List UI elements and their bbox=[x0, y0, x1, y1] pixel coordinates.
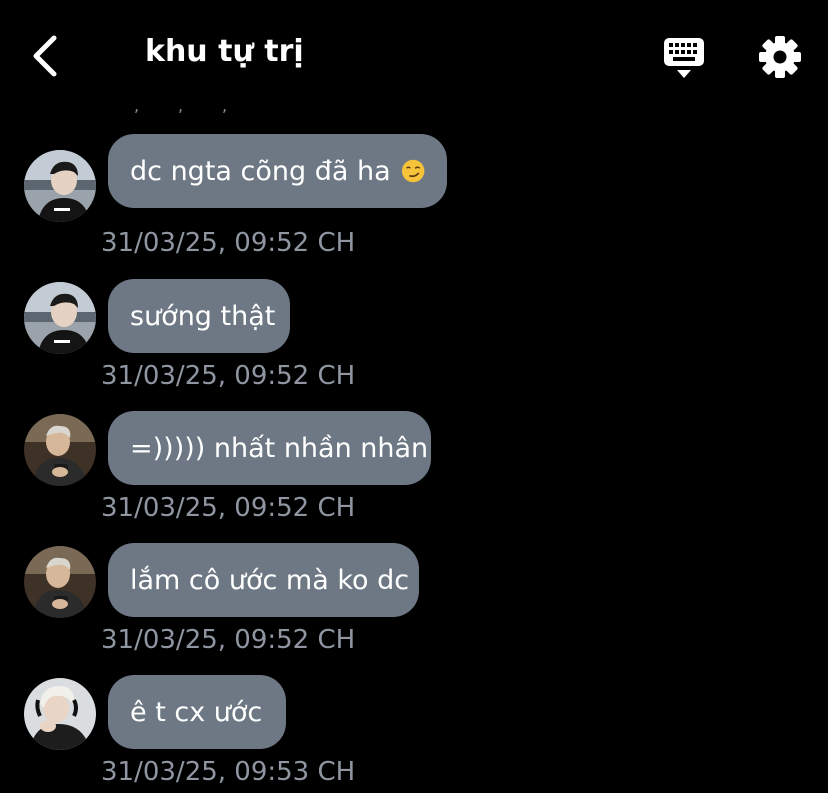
message-bubble[interactable]: ê t cx ước bbox=[108, 675, 286, 749]
keyboard-button[interactable] bbox=[660, 34, 708, 82]
avatar[interactable] bbox=[24, 150, 96, 222]
avatar[interactable] bbox=[24, 282, 96, 354]
message-bubble[interactable]: lắm cô ước mà ko dc bbox=[108, 543, 419, 617]
message-timestamp: 31/03/25, 09:52 CH bbox=[101, 493, 356, 523]
settings-button[interactable] bbox=[756, 33, 804, 81]
chat-title: khu tự trị bbox=[145, 34, 304, 69]
message-timestamp: 31/03/25, 09:52 CH bbox=[101, 228, 356, 258]
message-bubble[interactable]: =))))) nhất nhần nhân bbox=[108, 411, 431, 485]
gear-icon bbox=[759, 36, 801, 78]
chevron-left-icon bbox=[33, 35, 57, 77]
user-avatar-photo bbox=[24, 282, 96, 354]
message-timestamp: 31/03/25, 09:53 CH bbox=[101, 757, 356, 787]
user-avatar-photo bbox=[24, 546, 96, 618]
message-bubble[interactable]: sướng thật bbox=[108, 279, 290, 353]
smirk-emoji-icon bbox=[401, 159, 425, 183]
keyboard-icon bbox=[664, 38, 704, 78]
message-text: sướng thật bbox=[130, 300, 276, 332]
user-avatar-photo bbox=[24, 150, 96, 222]
message-text: =))))) nhất nhần nhân bbox=[130, 432, 429, 464]
avatar[interactable] bbox=[24, 678, 96, 750]
user-avatar-photo bbox=[24, 678, 96, 750]
message-timestamp: 31/03/25, 09:52 CH bbox=[101, 361, 356, 391]
message-text: ê t cx ước bbox=[130, 696, 263, 728]
scrolled-text-fragment: , , , bbox=[134, 96, 228, 115]
message-timestamp: 31/03/25, 09:52 CH bbox=[101, 625, 356, 655]
message-bubble[interactable]: dc ngta cõng đã ha bbox=[108, 134, 447, 208]
user-avatar-photo bbox=[24, 414, 96, 486]
back-button[interactable] bbox=[22, 28, 72, 84]
message-text: dc ngta cõng đã ha bbox=[130, 155, 391, 187]
avatar[interactable] bbox=[24, 414, 96, 486]
chat-header: khu tự trị bbox=[0, 0, 828, 110]
avatar[interactable] bbox=[24, 546, 96, 618]
chat-screen: khu tự trị , , , dc ngta cõng đã ha 31/0… bbox=[0, 0, 828, 793]
message-text: lắm cô ước mà ko dc bbox=[130, 564, 410, 596]
